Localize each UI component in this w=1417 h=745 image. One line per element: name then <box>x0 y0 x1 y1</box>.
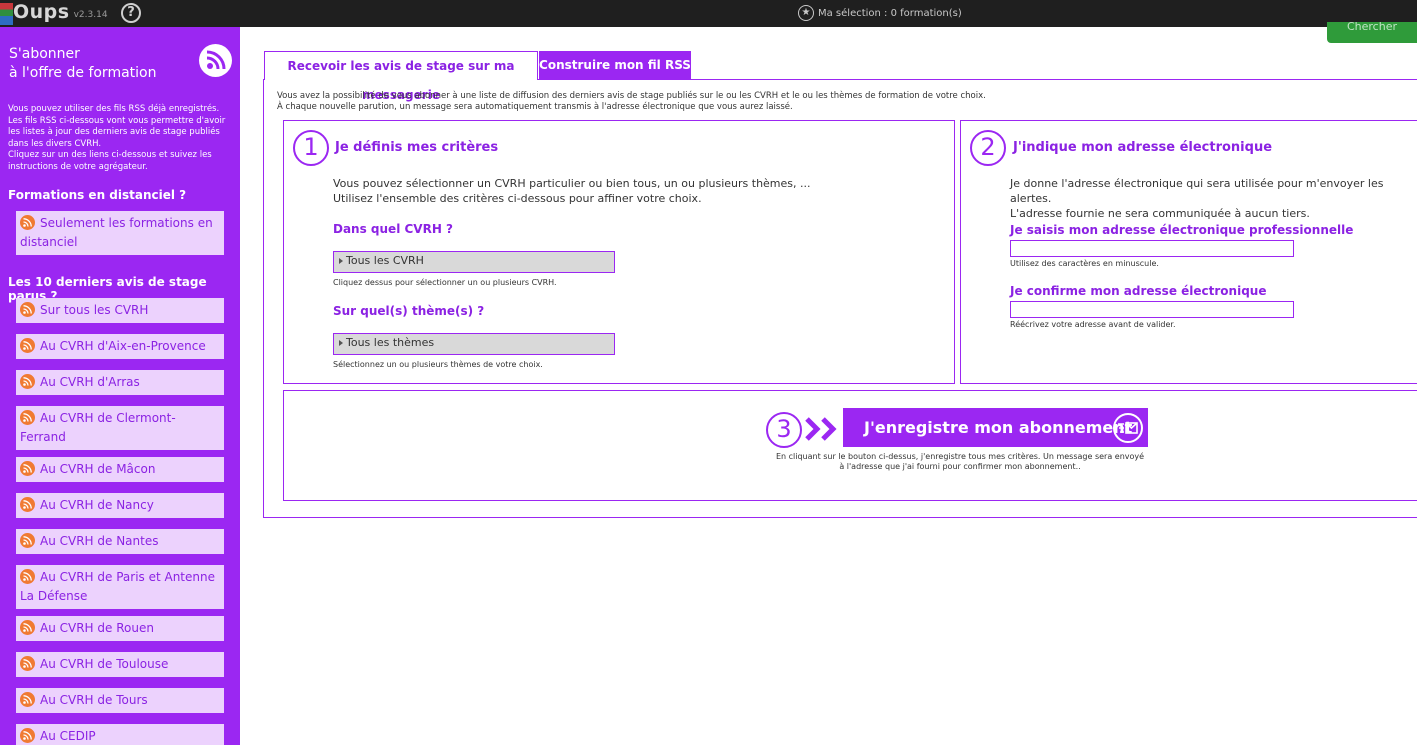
theme-label: Sur quel(s) thème(s) ? <box>333 304 485 318</box>
rss-icon <box>199 44 232 77</box>
help-icon[interactable]: ? <box>121 3 141 23</box>
rss-icon <box>20 215 35 230</box>
sidebar-item-cedip[interactable]: Au CEDIP <box>16 724 224 745</box>
sidebar-item-clermont[interactable]: Au CVRH de Clermont-Ferrand <box>16 406 224 450</box>
mail-send-icon <box>1113 413 1143 443</box>
rss-icon <box>20 728 35 743</box>
rss-icon <box>20 461 35 476</box>
rss-icon <box>20 533 35 548</box>
sidebar-item-rouen[interactable]: Au CVRH de Rouen <box>16 616 224 641</box>
sidebar-title: S'abonner à l'offre de formation <box>9 46 157 81</box>
step-number-3: 3 <box>766 412 802 448</box>
email-box-title: J'indique mon adresse électronique <box>1013 140 1273 155</box>
theme-hint: Sélectionnez un ou plusieurs thèmes de v… <box>333 360 543 369</box>
confirm-email-label: Je confirme mon adresse électronique <box>1010 284 1267 298</box>
rss-icon <box>20 569 35 584</box>
intro-text: Vous avez la possibilité de vous abonner… <box>277 91 986 112</box>
app-name: Oups <box>13 0 70 23</box>
search-button[interactable]: Chercher <box>1327 22 1417 43</box>
rss-icon <box>20 656 35 671</box>
criteria-title: Je définis mes critères <box>335 140 499 155</box>
logo-icon <box>0 2 13 25</box>
rss-icon <box>20 497 35 512</box>
cvrh-select[interactable]: Tous les CVRH <box>333 251 615 273</box>
sidebar-item-tours[interactable]: Au CVRH de Tours <box>16 688 224 713</box>
rss-icon <box>20 620 35 635</box>
sidebar-item-nantes[interactable]: Au CVRH de Nantes <box>16 529 224 554</box>
sidebar-description: Vous pouvez utiliser des fils RSS déjà e… <box>8 104 226 172</box>
criteria-description: Vous pouvez sélectionner un CVRH particu… <box>333 177 811 205</box>
subscribe-button[interactable]: J'enregistre mon abonnement <box>843 408 1148 447</box>
email-label: Je saisis mon adresse électronique profe… <box>1010 223 1354 237</box>
email-hint: Utilisez des caractères en minuscule. <box>1010 259 1159 268</box>
sidebar-item-aix[interactable]: Au CVRH d'Aix-en-Provence <box>16 334 224 359</box>
rss-icon <box>20 374 35 389</box>
tab-rss[interactable]: Construire mon fil RSS <box>539 51 691 80</box>
cvrh-label: Dans quel CVRH ? <box>333 222 453 236</box>
top-bar: Oups v2.3.14 ? ★ Ma sélection : 0 format… <box>0 0 1417 27</box>
selection-text: Ma sélection : 0 formation(s) <box>818 7 962 19</box>
email-field[interactable] <box>1010 240 1294 257</box>
rss-icon <box>20 338 35 353</box>
app-version: v2.3.14 <box>73 9 108 20</box>
sidebar-item-nancy[interactable]: Au CVRH de Nancy <box>16 493 224 518</box>
sidebar-item-macon[interactable]: Au CVRH de Mâcon <box>16 457 224 482</box>
confirm-email-hint: Réécrivez votre adresse avant de valider… <box>1010 320 1176 329</box>
rss-icon <box>20 302 35 317</box>
star-icon: ★ <box>798 5 814 21</box>
sidebar: S'abonner à l'offre de formation Vous po… <box>0 27 240 745</box>
sidebar-item-paris[interactable]: Au CVRH de Paris et Antenne La Défense <box>16 565 224 609</box>
selection-indicator[interactable]: ★ Ma sélection : 0 formation(s) <box>798 5 962 21</box>
step-number-2: 2 <box>970 130 1006 166</box>
email-description: Je donne l'adresse électronique qui sera… <box>1010 177 1384 220</box>
tab-email[interactable]: Recevoir les avis de stage sur ma messag… <box>264 51 538 102</box>
sidebar-item-toulouse[interactable]: Au CVRH de Toulouse <box>16 652 224 677</box>
submit-note: En cliquant sur le bouton ci-dessus, j'e… <box>775 452 1145 471</box>
cvrh-hint: Cliquez dessus pour sélectionner un ou p… <box>333 278 557 287</box>
sidebar-item-tous-cvrh[interactable]: Sur tous les CVRH <box>16 298 224 323</box>
rss-icon <box>20 410 35 425</box>
double-chevron-icon <box>805 417 837 441</box>
step-number-1: 1 <box>293 130 329 166</box>
sidebar-item-distanciel[interactable]: Seulement les formations en distanciel <box>16 211 224 255</box>
confirm-email-field[interactable] <box>1010 301 1294 318</box>
sidebar-item-arras[interactable]: Au CVRH d'Arras <box>16 370 224 395</box>
theme-select[interactable]: Tous les thèmes <box>333 333 615 355</box>
section-distanciel: Formations en distanciel ? <box>8 188 187 202</box>
rss-icon <box>20 692 35 707</box>
app-logo[interactable]: Oups v2.3.14 <box>0 0 108 27</box>
